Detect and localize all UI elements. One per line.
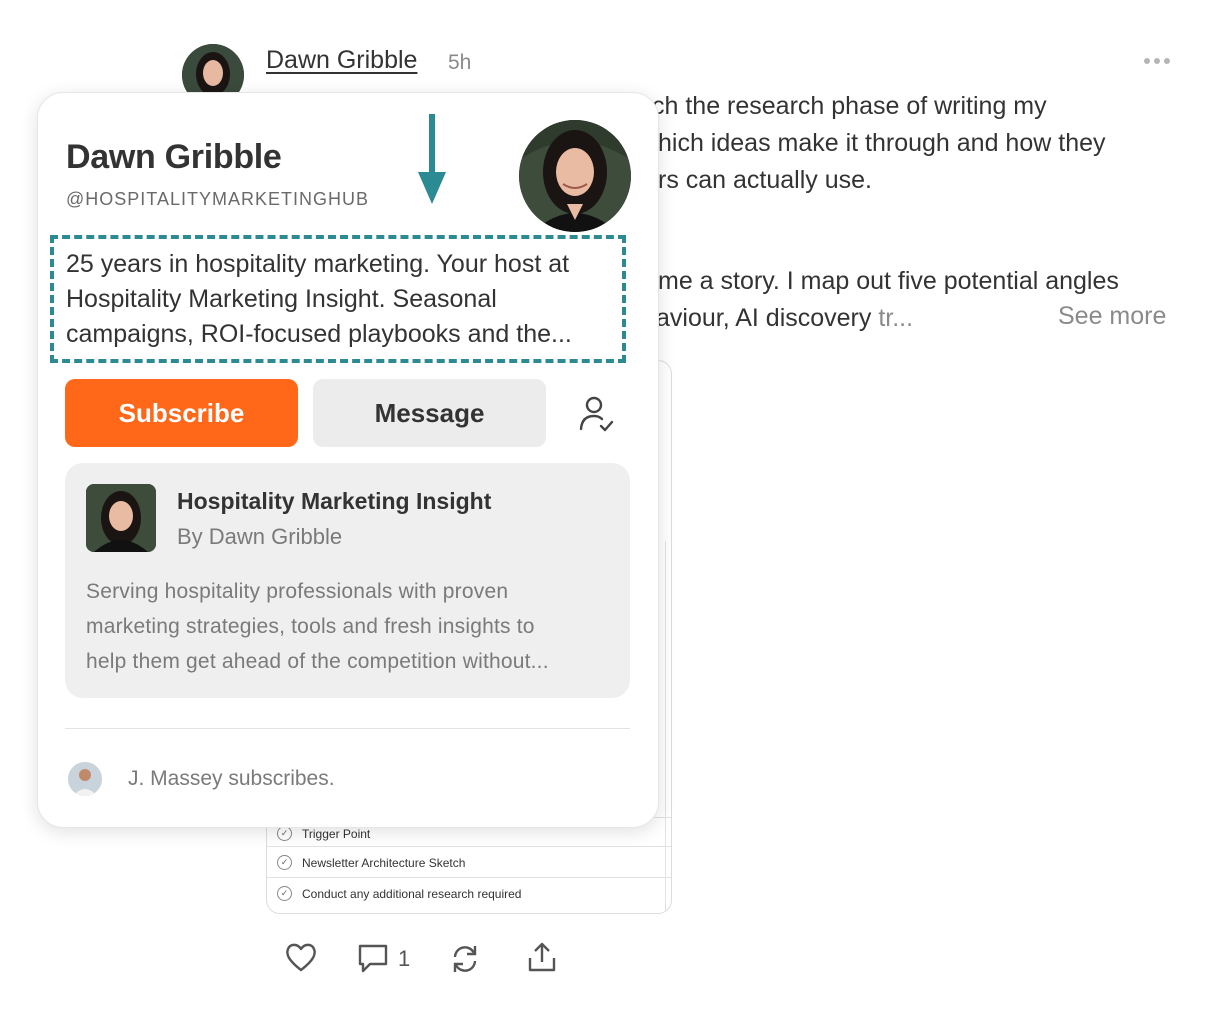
post-text-line: rs can actually use. xyxy=(658,166,872,194)
checklist-row-label: Trigger Point xyxy=(302,826,371,841)
post-text-line: hich ideas make it through and how they xyxy=(658,129,1106,157)
post-timestamp: 5h xyxy=(448,51,472,74)
check-circle-icon: ✓ xyxy=(277,826,292,841)
publication-logo xyxy=(86,484,156,552)
check-circle-icon: ✓ xyxy=(277,886,292,901)
divider xyxy=(65,728,630,729)
post-text-faded: tr... xyxy=(878,304,914,332)
subscriber-note: J. Massey subscribes. xyxy=(128,767,335,790)
post-author-name[interactable]: Dawn Gribble xyxy=(266,46,417,75)
message-button[interactable]: Message xyxy=(313,379,546,447)
post-text-line: ch the research phase of writing my xyxy=(652,92,1047,120)
profile-avatar[interactable] xyxy=(519,120,631,232)
see-more-link[interactable]: See more xyxy=(1058,302,1166,331)
post-text-line: aviour, AI discovery tr... xyxy=(656,304,913,333)
subscriber-avatar xyxy=(68,762,102,796)
heart-icon[interactable] xyxy=(284,941,318,973)
share-icon[interactable] xyxy=(526,940,558,974)
publication-description-line: marketing strategies, tools and fresh in… xyxy=(86,615,535,638)
comment-icon[interactable] xyxy=(356,942,390,974)
checklist-row-label: Conduct any additional research required xyxy=(302,886,522,901)
restack-icon[interactable] xyxy=(448,942,482,976)
publication-author: By Dawn Gribble xyxy=(177,524,343,549)
ellipsis-icon[interactable] xyxy=(1144,58,1170,66)
annotation-arrow-down-icon xyxy=(418,114,446,204)
checklist-row: ✓ Newsletter Architecture Sketch xyxy=(267,846,671,878)
checklist-row-label: Newsletter Architecture Sketch xyxy=(302,855,466,870)
publication-description-line: help them get ahead of the competition w… xyxy=(86,650,549,673)
profile-bio-line: Hospitality Marketing Insight. Seasonal xyxy=(66,285,497,313)
publication-title[interactable]: Hospitality Marketing Insight xyxy=(177,488,491,515)
subscribe-button[interactable]: Subscribe xyxy=(65,379,298,447)
profile-bio-line: campaigns, ROI-focused playbooks and the… xyxy=(66,320,572,348)
user-check-icon[interactable] xyxy=(574,392,618,436)
profile-name[interactable]: Dawn Gribble xyxy=(66,138,282,177)
profile-handle[interactable]: @HOSPITALITYMARKETINGHUB xyxy=(66,189,369,210)
checklist-row: ✓ Conduct any additional research requir… xyxy=(267,877,671,909)
publication-description-line: Serving hospitality professionals with p… xyxy=(86,580,509,603)
comment-count: 1 xyxy=(398,946,411,971)
check-circle-icon: ✓ xyxy=(277,855,292,870)
profile-bio-line: 25 years in hospitality marketing. Your … xyxy=(66,250,570,278)
post-text-line: me a story. I map out five potential ang… xyxy=(658,267,1119,295)
post-text-main: aviour, AI discovery xyxy=(656,304,872,332)
